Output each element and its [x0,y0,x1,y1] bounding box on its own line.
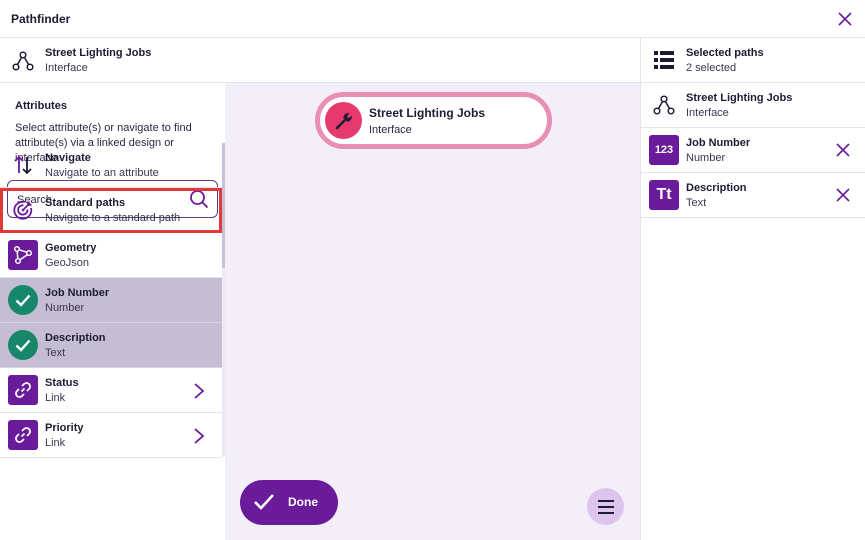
list-item-title: Geometry [45,242,97,254]
text-badge: Tt [656,186,672,203]
interface-node[interactable]: Street Lighting Jobs Interface [315,92,552,149]
selected-item-title: Job Number [686,137,751,149]
list-item-title: Job Number [45,287,110,299]
list-item-subtitle: GeoJson [45,257,90,269]
check-circle-icon [8,330,38,360]
list-item-subtitle: Text [45,347,66,359]
check-circle-icon [8,285,38,315]
selected-paths-title: Selected paths [686,47,764,59]
hierarchy-icon [8,46,38,76]
remove-icon[interactable] [836,143,850,157]
number-type-icon: 123 [649,135,679,165]
selected-item-subtitle: Text [686,197,707,209]
node-subtitle: Interface [369,124,412,136]
list-item-subtitle: Link [45,437,66,449]
selected-paths-header: Selected paths 2 selected [641,38,865,83]
list-item-subtitle: Link [45,392,66,404]
context-bar: Street Lighting Jobs Interface [0,38,641,83]
context-name: Street Lighting Jobs [45,47,152,59]
list-icon [649,45,679,75]
list-item-title: Description [45,332,106,344]
selected-root-subtitle: Interface [686,107,729,119]
done-label: Done [288,495,318,509]
link-icon [8,420,38,450]
list-item-job-number[interactable]: Job Number Number [0,278,222,323]
target-icon [8,195,38,225]
list-item-priority[interactable]: Priority Link [0,413,222,458]
list-item-subtitle: Navigate to an attribute [45,167,159,179]
selected-item-subtitle: Number [686,152,726,164]
menu-button[interactable] [587,488,624,525]
context-label: Street Lighting Jobs Interface [45,47,151,74]
selected-item-title: Description [686,182,747,194]
window-title: Pathfinder [11,12,71,26]
check-icon [254,494,274,510]
list-item-standard-paths[interactable]: Standard paths Navigate to a standard pa… [0,188,222,233]
wrench-icon [325,102,362,139]
attribute-list: Navigate Navigate to an attribute Standa… [0,143,222,458]
title-bar: Pathfinder [0,0,865,38]
swap-vertical-icon [8,150,38,180]
node-title: Street Lighting Jobs [369,106,486,120]
list-item-title: Standard paths [45,197,126,209]
done-button[interactable]: Done [240,480,338,525]
list-item-geometry[interactable]: Geometry GeoJson [0,233,222,278]
list-item-title: Navigate [45,152,91,164]
list-item-status[interactable]: Status Link [0,368,222,413]
selected-root-item: Street Lighting Jobs Interface [641,83,865,128]
path-canvas: Street Lighting Jobs Interface Done [225,83,640,540]
list-item-title: Status [45,377,79,389]
list-item-title: Priority [45,422,84,434]
close-icon[interactable] [837,11,853,27]
context-type: Interface [45,62,88,74]
selected-paths-pane: Selected paths 2 selected Street Lightin… [640,38,865,540]
selected-count: 2 selected [686,62,737,74]
attributes-heading: Attributes [15,100,67,112]
selected-item-job-number: 123 Job Number Number [641,128,865,173]
remove-icon[interactable] [836,188,850,202]
number-badge: 123 [654,144,674,156]
selected-item-description: Tt Description Text [641,173,865,218]
list-item-subtitle: Number [45,302,85,314]
geometry-icon [8,240,38,270]
chevron-right-icon[interactable] [193,427,205,445]
list-item-description[interactable]: Description Text [0,323,222,368]
hamburger-icon [597,499,614,514]
link-icon [8,375,38,405]
text-type-icon: Tt [649,180,679,210]
chevron-right-icon[interactable] [193,382,205,400]
hierarchy-icon [649,90,679,120]
list-item-navigate[interactable]: Navigate Navigate to an attribute [0,143,222,188]
selected-root-title: Street Lighting Jobs [686,92,793,104]
list-item-subtitle: Navigate to a standard path [45,212,181,224]
